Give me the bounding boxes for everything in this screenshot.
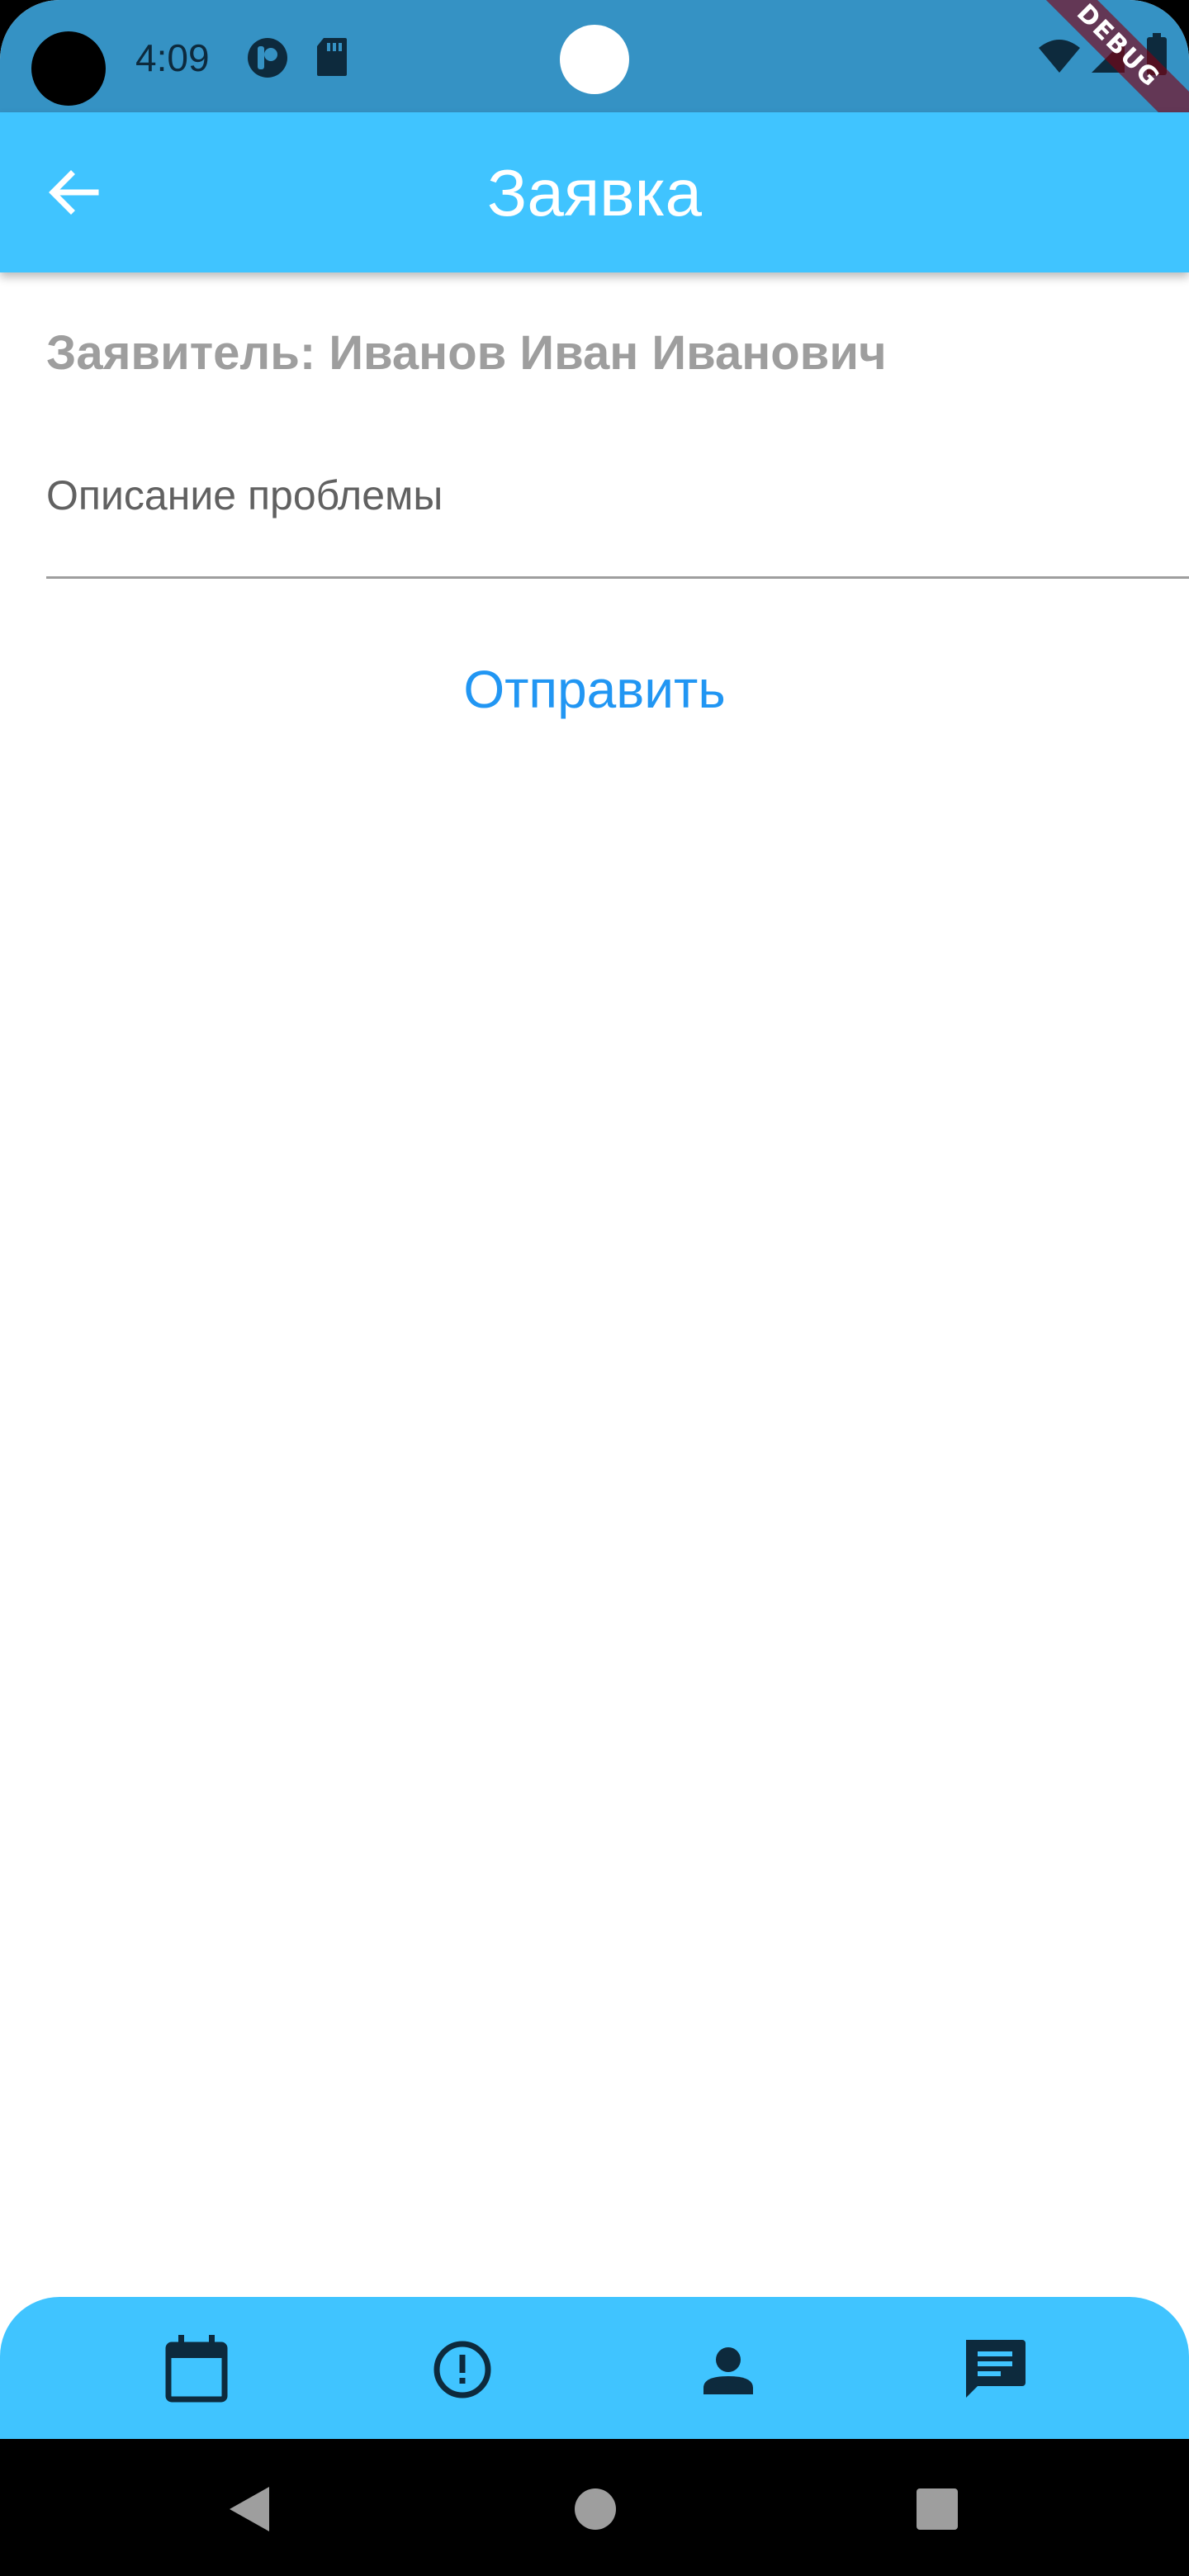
system-home-icon[interactable]	[566, 2480, 624, 2538]
nav-item-alerts[interactable]	[423, 2330, 502, 2409]
system-back-icon[interactable]	[221, 2480, 279, 2538]
page-title: Заявка	[487, 156, 702, 230]
wifi-icon	[1039, 40, 1080, 73]
status-bar: 4:09 DEBUG	[0, 0, 1189, 147]
calendar-icon	[165, 2335, 228, 2403]
camera-cutout	[31, 31, 106, 106]
app-screen: 4:09 DEBUG Заявка Заявитель: Иванов Иван…	[0, 0, 1189, 2439]
nav-item-calendar[interactable]	[157, 2330, 236, 2409]
alert-circle-icon	[433, 2341, 491, 2398]
front-camera-dot	[560, 25, 629, 94]
chat-icon	[966, 2340, 1026, 2398]
applicant-label: Заявитель: Иванов Иван Иванович	[46, 326, 887, 380]
system-navigation-bar	[0, 2439, 1189, 2576]
problem-description-field[interactable]	[46, 446, 1189, 579]
person-icon	[703, 2347, 753, 2394]
system-recents-icon[interactable]	[908, 2480, 966, 2538]
problem-description-input[interactable]	[46, 462, 1120, 528]
submit-button[interactable]: Отправить	[413, 644, 776, 735]
bottom-navigation	[0, 2297, 1189, 2439]
nav-item-profile[interactable]	[689, 2330, 768, 2409]
app-bar: Заявка	[0, 112, 1189, 272]
notification-app-icon	[248, 38, 287, 78]
sd-card-icon	[317, 38, 347, 76]
nav-item-messages[interactable]	[955, 2330, 1034, 2409]
status-time: 4:09	[135, 36, 210, 79]
